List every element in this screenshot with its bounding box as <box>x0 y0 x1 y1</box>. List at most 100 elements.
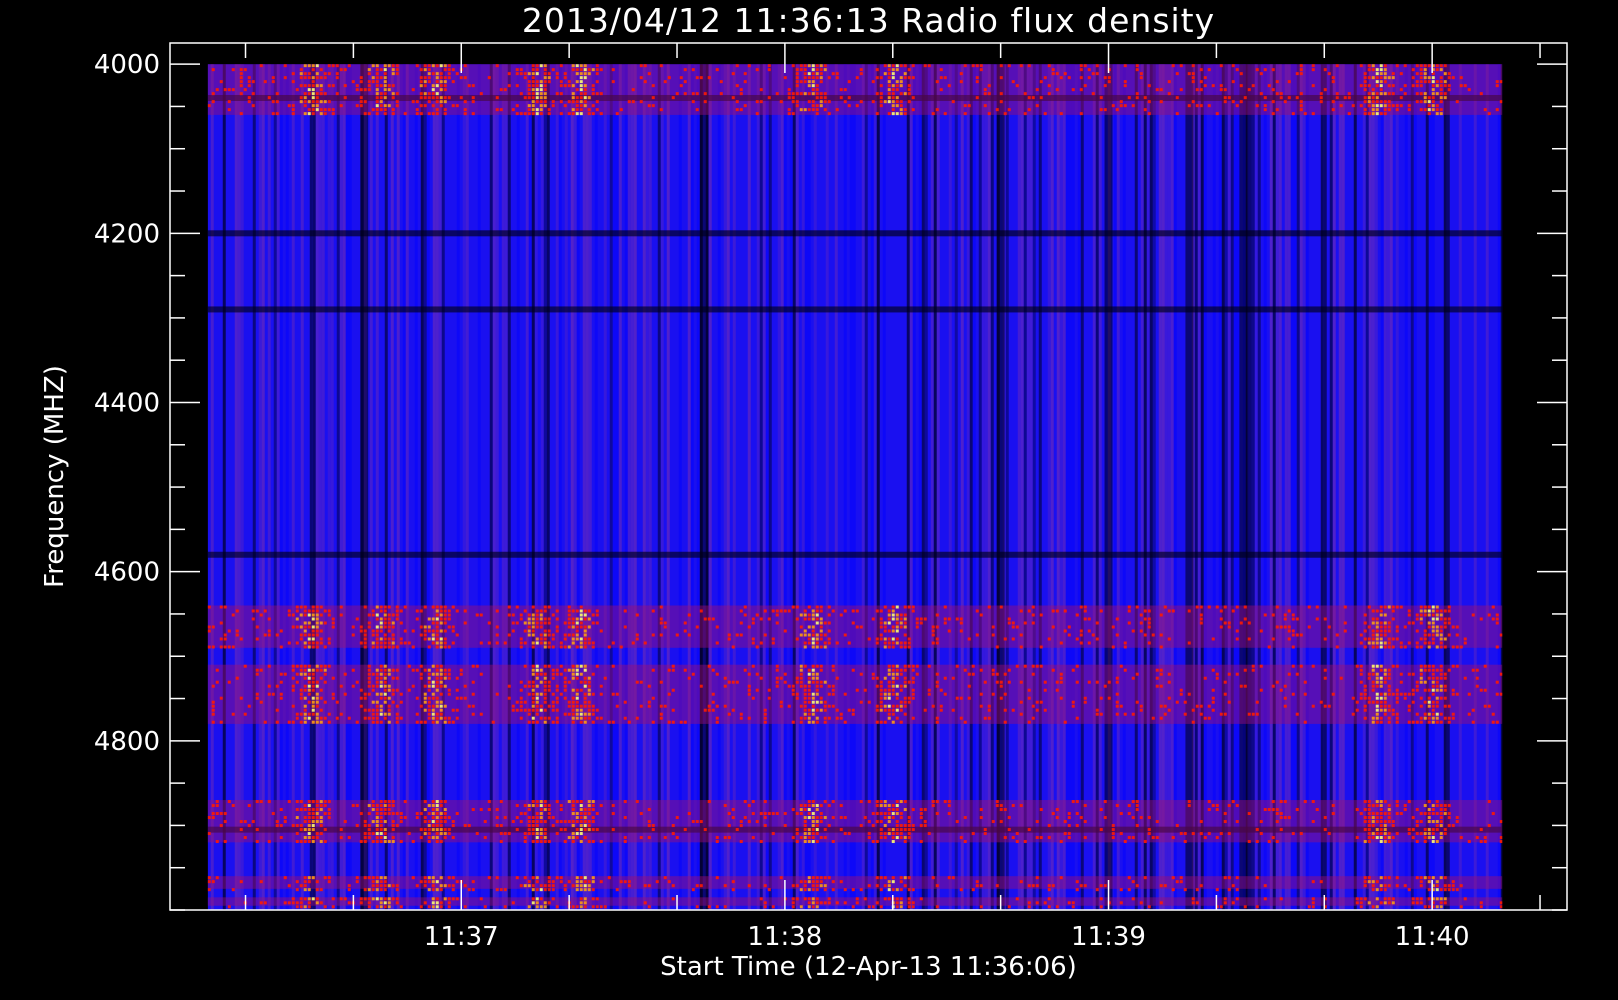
band-pixel <box>815 888 819 892</box>
band-pixel <box>339 104 343 108</box>
band-pixel <box>871 905 875 909</box>
band-pixel <box>1483 108 1487 112</box>
band-pixel <box>1363 696 1367 700</box>
band-pixel <box>303 609 307 613</box>
band-pixel <box>1071 88 1075 92</box>
band-pixel <box>807 108 811 112</box>
band-pixel <box>943 76 947 80</box>
band-pixel <box>1391 76 1395 80</box>
band-pixel <box>351 633 355 637</box>
band-pixel <box>611 80 615 84</box>
band-pixel <box>1059 680 1063 684</box>
band-pixel <box>443 112 447 116</box>
band-pixel <box>971 672 975 676</box>
band-pixel <box>1435 884 1439 888</box>
band-pixel <box>295 88 299 92</box>
band-pixel <box>1119 812 1123 816</box>
band-pixel <box>575 668 579 672</box>
band-pixel <box>583 641 587 645</box>
band-pixel <box>1383 712 1387 716</box>
band-pixel <box>1439 836 1443 840</box>
band-pixel <box>1075 880 1079 884</box>
band-pixel <box>695 108 699 112</box>
band-pixel <box>443 800 447 804</box>
band-pixel <box>831 609 835 613</box>
time-streak <box>1212 64 1216 910</box>
band-pixel <box>703 708 707 712</box>
band-pixel <box>531 888 535 892</box>
band-pixel <box>1111 625 1115 629</box>
band-pixel <box>1403 84 1407 88</box>
band-pixel <box>1395 876 1399 880</box>
band-pixel <box>523 76 527 80</box>
band-pixel <box>423 901 427 905</box>
band-pixel <box>547 112 551 116</box>
band-pixel <box>563 104 567 108</box>
band-pixel <box>579 625 583 629</box>
band-pixel <box>1047 884 1051 888</box>
band-pixel <box>439 884 443 888</box>
band-pixel <box>811 884 815 888</box>
band-pixel <box>675 92 679 96</box>
band-pixel <box>999 64 1003 68</box>
band-pixel <box>207 629 211 633</box>
band-pixel <box>543 700 547 704</box>
band-pixel <box>379 617 383 621</box>
band-pixel <box>979 68 983 72</box>
band-pixel <box>1371 820 1375 824</box>
time-streak <box>1362 64 1366 910</box>
band-pixel <box>1427 104 1431 108</box>
band-pixel <box>279 645 283 649</box>
band-pixel <box>1363 897 1367 901</box>
band-pixel <box>367 828 371 832</box>
y-axis-label: Frequency (MHZ) <box>40 365 70 588</box>
band-pixel <box>311 609 315 613</box>
band-pixel <box>683 828 687 832</box>
band-pixel <box>447 76 451 80</box>
band-pixel <box>875 812 879 816</box>
band-pixel <box>1043 708 1047 712</box>
band-pixel <box>911 888 915 892</box>
time-streak <box>813 64 817 910</box>
band-pixel <box>1083 84 1087 88</box>
band-pixel <box>963 104 967 108</box>
band-pixel <box>311 840 315 844</box>
band-pixel <box>1431 840 1435 844</box>
band-pixel <box>395 92 399 96</box>
time-streak <box>1254 64 1258 910</box>
band-pixel <box>559 828 563 832</box>
band-pixel <box>659 716 663 720</box>
band-pixel <box>435 672 439 676</box>
band-pixel <box>891 692 895 696</box>
band-pixel <box>815 633 819 637</box>
band-pixel <box>583 625 587 629</box>
band-pixel <box>1211 668 1215 672</box>
band-pixel <box>795 637 799 641</box>
band-pixel <box>1371 112 1375 116</box>
band-pixel <box>571 637 575 641</box>
band-pixel <box>415 617 419 621</box>
band-pixel <box>543 100 547 104</box>
band-pixel <box>675 836 679 840</box>
band-pixel <box>275 684 279 688</box>
band-pixel <box>371 832 375 836</box>
band-pixel <box>1435 680 1439 684</box>
band-pixel <box>251 104 255 108</box>
band-pixel <box>471 704 475 708</box>
band-pixel <box>1443 72 1447 76</box>
dark-frequency-line <box>207 551 1503 558</box>
band-pixel <box>279 672 283 676</box>
time-streak <box>948 64 952 910</box>
band-pixel <box>1415 688 1419 692</box>
band-pixel <box>799 672 803 676</box>
time-streak <box>981 64 985 910</box>
band-pixel <box>575 621 579 625</box>
band-pixel <box>1447 824 1451 828</box>
band-pixel <box>307 812 311 816</box>
band-pixel <box>739 824 743 828</box>
band-pixel <box>527 72 531 76</box>
band-pixel <box>1423 836 1427 840</box>
band-pixel <box>639 704 643 708</box>
band-pixel <box>775 668 779 672</box>
time-streak <box>1272 64 1276 910</box>
